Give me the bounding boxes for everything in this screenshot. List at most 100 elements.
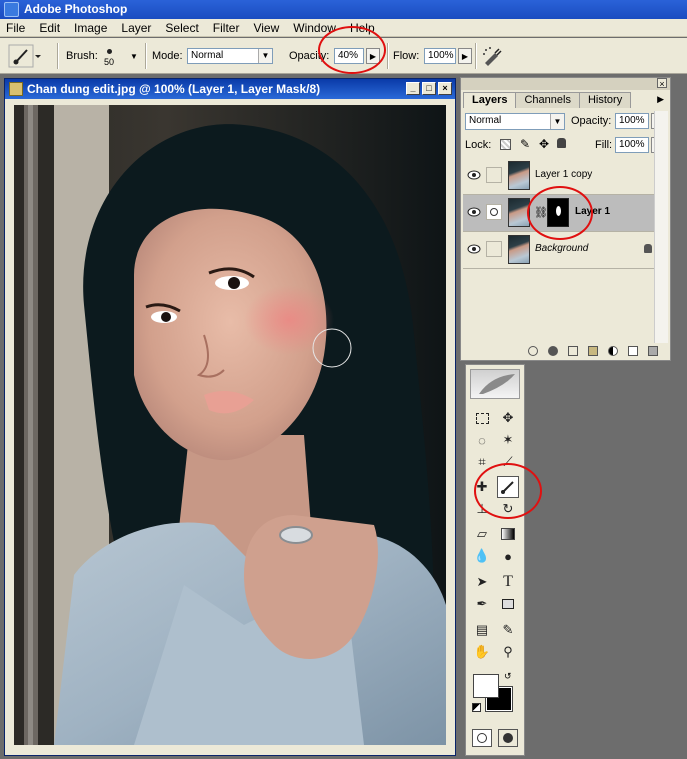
blur-tool[interactable]: 💧	[471, 545, 493, 567]
opacity-input[interactable]: 40%	[334, 48, 364, 64]
portrait-photo	[14, 105, 446, 745]
gradient-tool[interactable]	[497, 523, 519, 545]
tab-history[interactable]: History	[578, 92, 632, 108]
menu-help[interactable]: Help	[343, 21, 382, 35]
notes-tool[interactable]: ▤	[471, 619, 493, 641]
dodge-tool[interactable]: ●	[497, 545, 519, 567]
lock-icon	[644, 244, 652, 253]
add-layer-style-icon[interactable]	[548, 346, 558, 356]
new-layer-icon[interactable]	[628, 346, 638, 356]
default-colors-icon[interactable]	[472, 703, 481, 712]
layers-scrollbar[interactable]	[654, 111, 668, 343]
layer-row[interactable]: Background	[463, 232, 656, 269]
lock-all-icon[interactable]	[557, 138, 566, 148]
layer-opacity-input[interactable]: 100%	[615, 113, 649, 129]
clone-stamp-tool[interactable]: ⊥	[471, 498, 493, 520]
marquee-tool[interactable]	[471, 407, 493, 429]
add-mask-icon[interactable]	[568, 346, 578, 356]
brush-size: 50	[104, 57, 115, 67]
layer-name: Layer 1	[575, 206, 611, 217]
flow-slider-arrow[interactable]: ▶	[458, 48, 472, 64]
menu-window[interactable]: Window	[286, 21, 343, 35]
brush-tool[interactable]	[497, 476, 519, 498]
eye-icon[interactable]	[467, 242, 481, 256]
layer-thumbnail	[508, 235, 530, 264]
layer-link-slot[interactable]	[486, 167, 502, 183]
flow-input[interactable]: 100%	[424, 48, 456, 64]
tab-layers[interactable]: Layers	[463, 92, 517, 108]
brush-picker[interactable]: 50	[104, 38, 114, 74]
lock-pixels-icon[interactable]: ✎	[520, 137, 530, 151]
airbrush-icon	[483, 47, 502, 66]
toolbox-header[interactable]	[470, 369, 520, 399]
document-window: Chan dung edit.jpg @ 100% (Layer 1, Laye…	[4, 78, 456, 756]
layer-mask-thumbnail[interactable]	[547, 198, 569, 227]
delete-layer-icon[interactable]	[648, 346, 658, 356]
palette-title-bar[interactable]: ×	[461, 78, 670, 90]
document-title-bar[interactable]: Chan dung edit.jpg @ 100% (Layer 1, Laye…	[5, 79, 455, 99]
blend-mode-select[interactable]: Normal ▼	[465, 113, 565, 130]
tool-preset-picker[interactable]	[8, 38, 42, 74]
minimize-button[interactable]: _	[406, 82, 420, 95]
path-selection-tool[interactable]: ➤	[471, 571, 493, 593]
menu-filter[interactable]: Filter	[206, 21, 247, 35]
standard-mode-button[interactable]	[472, 729, 492, 747]
tab-channels[interactable]: Channels	[515, 92, 580, 108]
layer-thumbnail[interactable]	[508, 198, 530, 227]
photoshop-logo-icon	[4, 2, 19, 17]
new-group-icon[interactable]	[588, 346, 598, 356]
link-layers-icon[interactable]	[528, 346, 538, 356]
palette-menu-button[interactable]: ▶	[657, 94, 664, 105]
lock-position-icon[interactable]: ✥	[539, 137, 549, 151]
magic-wand-tool[interactable]: ✶	[497, 429, 519, 451]
opacity-slider-arrow[interactable]: ▶	[366, 48, 380, 64]
history-brush-tool[interactable]: ↻	[497, 498, 519, 520]
fill-input[interactable]: 100%	[615, 137, 649, 153]
palette-close-button[interactable]: ×	[657, 78, 667, 89]
type-tool[interactable]: T	[497, 571, 519, 593]
move-tool[interactable]: ✥	[497, 407, 519, 429]
fill-label: Fill:	[595, 139, 613, 151]
airbrush-button[interactable]	[481, 38, 503, 74]
maximize-button[interactable]: □	[422, 82, 436, 95]
eye-icon[interactable]	[467, 205, 481, 219]
eraser-tool[interactable]: ▱	[471, 523, 493, 545]
menu-layer[interactable]: Layer	[114, 21, 158, 35]
menu-file[interactable]: File	[0, 21, 32, 35]
quick-mask-button[interactable]	[498, 729, 518, 747]
slice-tool[interactable]: ⟋	[497, 451, 519, 473]
layer-row[interactable]: Layer 1 copy	[463, 158, 656, 195]
eye-icon[interactable]	[467, 168, 481, 182]
menu-edit[interactable]: Edit	[32, 21, 67, 35]
mask-edit-icon[interactable]	[486, 204, 502, 220]
close-button[interactable]: ×	[438, 82, 452, 95]
swap-colors-icon[interactable]: ↺	[504, 671, 512, 682]
zoom-tool[interactable]: ⚲	[497, 641, 519, 663]
palette-bottom-bar	[463, 344, 668, 358]
layers-palette: × Layers Channels History ▶ Normal ▼ Opa…	[460, 77, 671, 361]
options-bar: Brush: 50 ▼ Mode: Normal ▼ Opacity: 40% …	[0, 26, 687, 74]
lasso-tool[interactable]: ◌	[471, 429, 493, 451]
chain-link-icon[interactable]: ⛓	[534, 206, 548, 219]
lock-transparency-icon[interactable]	[500, 139, 511, 150]
pen-tool[interactable]: ✒	[471, 593, 493, 615]
brush-dropdown-arrow[interactable]: ▼	[130, 38, 138, 74]
hand-tool[interactable]: ✋	[471, 641, 493, 663]
crop-tool[interactable]: ⌗	[471, 451, 493, 473]
layer-row-selected[interactable]: ⛓ Layer 1	[463, 195, 656, 232]
document-title: Chan dung edit.jpg @ 100% (Layer 1, Laye…	[27, 82, 321, 96]
healing-brush-tool[interactable]: ✚	[471, 476, 493, 498]
mode-select[interactable]: Normal ▼	[187, 48, 273, 64]
shape-tool[interactable]	[497, 593, 519, 615]
chevron-down-icon: ▼	[258, 49, 272, 63]
foreground-color-swatch[interactable]	[473, 674, 499, 698]
menu-image[interactable]: Image	[67, 21, 114, 35]
eyedropper-tool[interactable]: ✎	[497, 619, 519, 641]
menu-select[interactable]: Select	[158, 21, 205, 35]
mode-label: Mode:	[152, 50, 183, 62]
image-canvas[interactable]	[14, 105, 446, 745]
adjustment-layer-icon[interactable]	[608, 346, 618, 356]
layer-link-slot[interactable]	[486, 241, 502, 257]
brush-tip-icon	[106, 49, 112, 54]
menu-view[interactable]: View	[246, 21, 286, 35]
